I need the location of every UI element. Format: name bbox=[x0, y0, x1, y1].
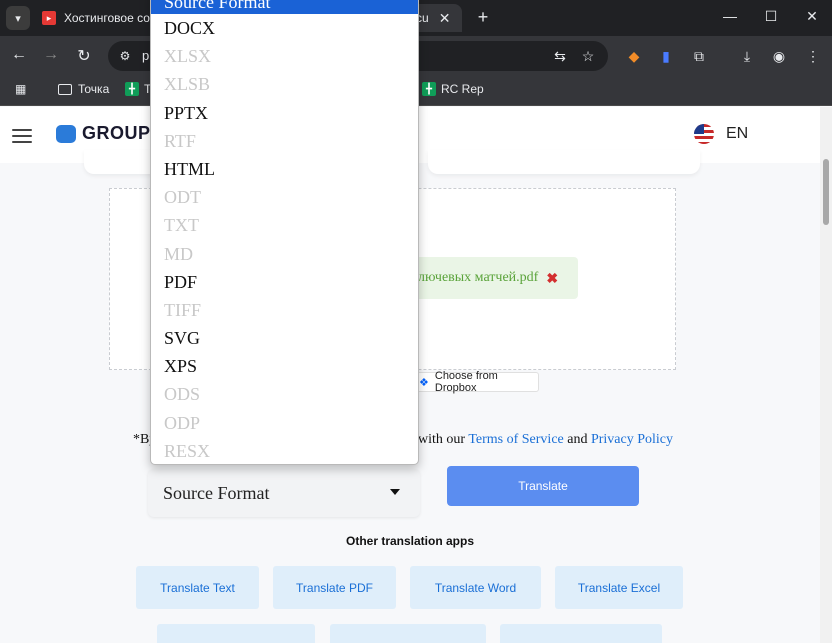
bookmark-folder[interactable]: Точка bbox=[58, 82, 109, 96]
bookmark-item[interactable]: ╋ RC Rep bbox=[422, 82, 484, 96]
sheets-icon: ╋ bbox=[422, 82, 436, 96]
dropdown-option-resx: RESX bbox=[164, 440, 211, 461]
dropdown-option-source-format[interactable]: Source Format bbox=[151, 0, 418, 14]
tab-title: Хостинговое сооб bbox=[64, 11, 150, 25]
dropdown-option-odt: ODT bbox=[164, 187, 201, 208]
reload-icon[interactable]: ↻ bbox=[74, 46, 94, 66]
dropdown-option-pptx[interactable]: PPTX bbox=[151, 99, 418, 127]
language-label: EN bbox=[726, 125, 749, 142]
scrollbar-thumb[interactable] bbox=[823, 159, 829, 225]
hamburger-menu-icon[interactable] bbox=[12, 129, 32, 143]
bookmark-label: Точка bbox=[78, 82, 110, 96]
folder-icon bbox=[58, 83, 72, 95]
translate-button[interactable]: Translate bbox=[447, 466, 639, 506]
site-favicon-icon: ▸ bbox=[42, 11, 56, 25]
tab-search-button[interactable]: ▾ bbox=[6, 6, 30, 30]
terms-text: with our bbox=[418, 432, 469, 447]
apps-grid-icon[interactable]: ▦ bbox=[15, 82, 26, 96]
file-name: лючевых матчей.pdf bbox=[418, 270, 539, 285]
metamask-extension-icon[interactable]: ◆ bbox=[624, 46, 644, 66]
minimize-button[interactable]: — bbox=[720, 8, 740, 24]
source-format-select[interactable]: Source Format bbox=[148, 469, 420, 517]
dropdown-option-pdf[interactable]: PDF bbox=[151, 268, 418, 296]
translate-app-button[interactable] bbox=[157, 624, 315, 643]
terms-of-service-link[interactable]: Terms of Service bbox=[468, 432, 563, 447]
translate-text-button[interactable]: Translate Text bbox=[136, 566, 259, 609]
translate-pdf-button[interactable]: Translate PDF bbox=[273, 566, 396, 609]
dropbox-button[interactable]: ❖ Choose from Dropbox bbox=[412, 370, 539, 394]
card-bottom-edge bbox=[428, 150, 700, 174]
sheets-icon: ╋ bbox=[125, 82, 139, 96]
new-tab-button[interactable]: + bbox=[472, 6, 494, 28]
logo-icon bbox=[56, 124, 76, 143]
dropbox-label: Choose from Dropbox bbox=[434, 370, 498, 394]
dropdown-option-xps[interactable]: XPS bbox=[151, 352, 418, 380]
dropdown-option-odp: ODP bbox=[164, 412, 201, 433]
bookmark-item[interactable]: ╋ T bbox=[125, 82, 151, 96]
terms-notice: with our Terms of Service and Privacy Po… bbox=[418, 432, 673, 448]
page-scrollbar[interactable] bbox=[820, 107, 832, 643]
dropdown-option-rtf: RTF bbox=[164, 130, 196, 151]
uploaded-file-chip: лючевых матчей.pdf ✖ bbox=[412, 257, 578, 299]
extensions-puzzle-icon[interactable]: ⧉ bbox=[689, 46, 709, 66]
language-selector[interactable]: EN bbox=[694, 124, 748, 144]
dropbox-icon: ❖ bbox=[419, 376, 429, 389]
dropdown-option-xlsx: XLSX bbox=[164, 46, 212, 67]
address-text: p bbox=[142, 48, 150, 63]
dropdown-option-svg[interactable]: SVG bbox=[151, 324, 418, 352]
remove-file-icon[interactable]: ✖ bbox=[546, 270, 558, 287]
dropdown-options: Source Format DOCX XLSX XLSB PPTX RTF HTML ODT T… bbox=[151, 0, 418, 464]
maximize-button[interactable]: ☐ bbox=[761, 8, 781, 25]
dropdown-option-md: MD bbox=[164, 243, 194, 264]
shield-extension-icon[interactable]: ▮ bbox=[656, 46, 676, 66]
translate-app-button[interactable] bbox=[500, 624, 662, 643]
select-value: Source Format bbox=[163, 483, 270, 503]
back-icon[interactable]: ← bbox=[9, 46, 29, 64]
bookmark-label: RC Rep bbox=[441, 82, 484, 96]
translate-page-icon[interactable]: ⇆ bbox=[550, 46, 570, 66]
dropdown-option-docx[interactable]: DOCX bbox=[151, 14, 418, 42]
privacy-policy-link[interactable]: Privacy Policy bbox=[591, 432, 673, 447]
close-window-button[interactable]: ✕ bbox=[802, 8, 822, 25]
browser-menu-icon[interactable]: ⋮ bbox=[803, 46, 823, 66]
dropdown-option-xlsb: XLSB bbox=[164, 74, 211, 95]
translate-word-button[interactable]: Translate Word bbox=[410, 566, 541, 609]
other-apps-title: Other translation apps bbox=[345, 534, 475, 548]
us-flag-icon bbox=[694, 124, 714, 144]
caret-down-icon bbox=[390, 489, 400, 495]
chevron-down-icon: ▾ bbox=[15, 12, 21, 25]
profile-avatar[interactable]: ◉ bbox=[769, 46, 789, 66]
terms-and: and bbox=[563, 432, 591, 447]
bookmark-star-icon[interactable]: ☆ bbox=[578, 46, 598, 66]
download-icon[interactable]: ⤓ bbox=[737, 46, 757, 66]
browser-tab[interactable]: ▸ Хостинговое сооб bbox=[36, 4, 150, 32]
site-logo[interactable]: GROUPD bbox=[56, 123, 164, 144]
dropdown-option-txt: TXT bbox=[164, 215, 199, 236]
source-format-dropdown: Source Format DOCX XLSX XLSB PPTX RTF HTML ODT T… bbox=[150, 0, 419, 465]
dropdown-option-html[interactable]: HTML bbox=[151, 155, 418, 183]
translate-app-button[interactable] bbox=[330, 624, 486, 643]
dropdown-option-ods: ODS bbox=[164, 384, 201, 405]
close-tab-icon[interactable]: ✕ bbox=[439, 10, 451, 27]
site-info-icon[interactable]: ⚙ bbox=[116, 47, 134, 65]
translate-excel-button[interactable]: Translate Excel bbox=[555, 566, 683, 609]
dropdown-option-tiff: TIFF bbox=[164, 299, 202, 320]
forward-icon[interactable]: → bbox=[41, 46, 61, 64]
